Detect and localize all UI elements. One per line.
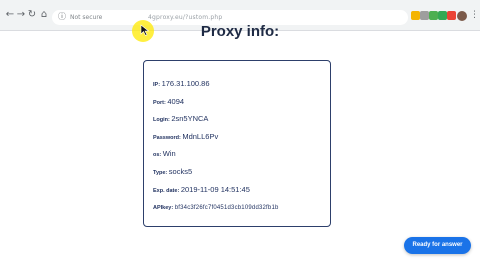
os-row: os: Win xyxy=(153,143,176,161)
apikey-value: bf34c3f26fc7f0451d3cb109dd32fb1b xyxy=(174,205,279,211)
ip-row: IP: 176.31.100.86 xyxy=(153,73,210,91)
password-label: Password: xyxy=(153,135,183,141)
exp-date-row: Exp. date: 2019-11-09 14:51:45 xyxy=(153,179,250,197)
extension-icon[interactable] xyxy=(429,11,438,20)
extension-icon[interactable] xyxy=(438,11,447,20)
home-icon[interactable]: ⌂ xyxy=(38,9,50,21)
port-row: Port: 4094 xyxy=(153,91,184,109)
password-value: MdnLL6Pv xyxy=(182,132,219,141)
reload-icon[interactable]: ↻ xyxy=(26,9,38,21)
port-label: Port: xyxy=(153,100,168,106)
type-label: Type: xyxy=(153,170,169,176)
password-row: Password: MdnLL6Pv xyxy=(153,126,218,144)
login-row: Login: 2sn5YNCA xyxy=(153,108,208,126)
type-row: Type: socks5 xyxy=(153,161,192,179)
exp-date-label: Exp. date: xyxy=(153,188,181,194)
proxy-info-card: IP: 176.31.100.86 Port: 4094 Login: 2sn5… xyxy=(143,60,331,227)
ready-for-answer-button[interactable]: Ready for answer xyxy=(404,237,471,254)
extension-icon[interactable] xyxy=(447,11,456,20)
info-icon[interactable]: ⓘ xyxy=(58,12,68,22)
exp-date-value: 2019-11-09 14:51:45 xyxy=(180,185,250,194)
avatar[interactable] xyxy=(457,11,467,21)
page-title: Proxy info: xyxy=(200,23,280,40)
ip-value: 176.31.100.86 xyxy=(161,79,210,88)
type-value: socks5 xyxy=(168,167,193,176)
kebab-menu-icon[interactable]: ⋮ xyxy=(470,9,479,21)
port-value: 4094 xyxy=(167,97,185,106)
extension-icon[interactable] xyxy=(420,11,429,20)
login-value: 2sn5YNCA xyxy=(171,114,209,123)
apikey-row: APIkey: bf34c3f26fc7f0451d3cb109dd32fb1b xyxy=(153,196,279,214)
login-label: Login: xyxy=(153,117,172,123)
os-value: Win xyxy=(162,149,176,158)
apikey-label: APIkey: xyxy=(153,205,175,211)
os-label: os: xyxy=(153,152,163,158)
star-icon[interactable] xyxy=(411,11,420,20)
ip-label: IP: xyxy=(153,82,162,88)
